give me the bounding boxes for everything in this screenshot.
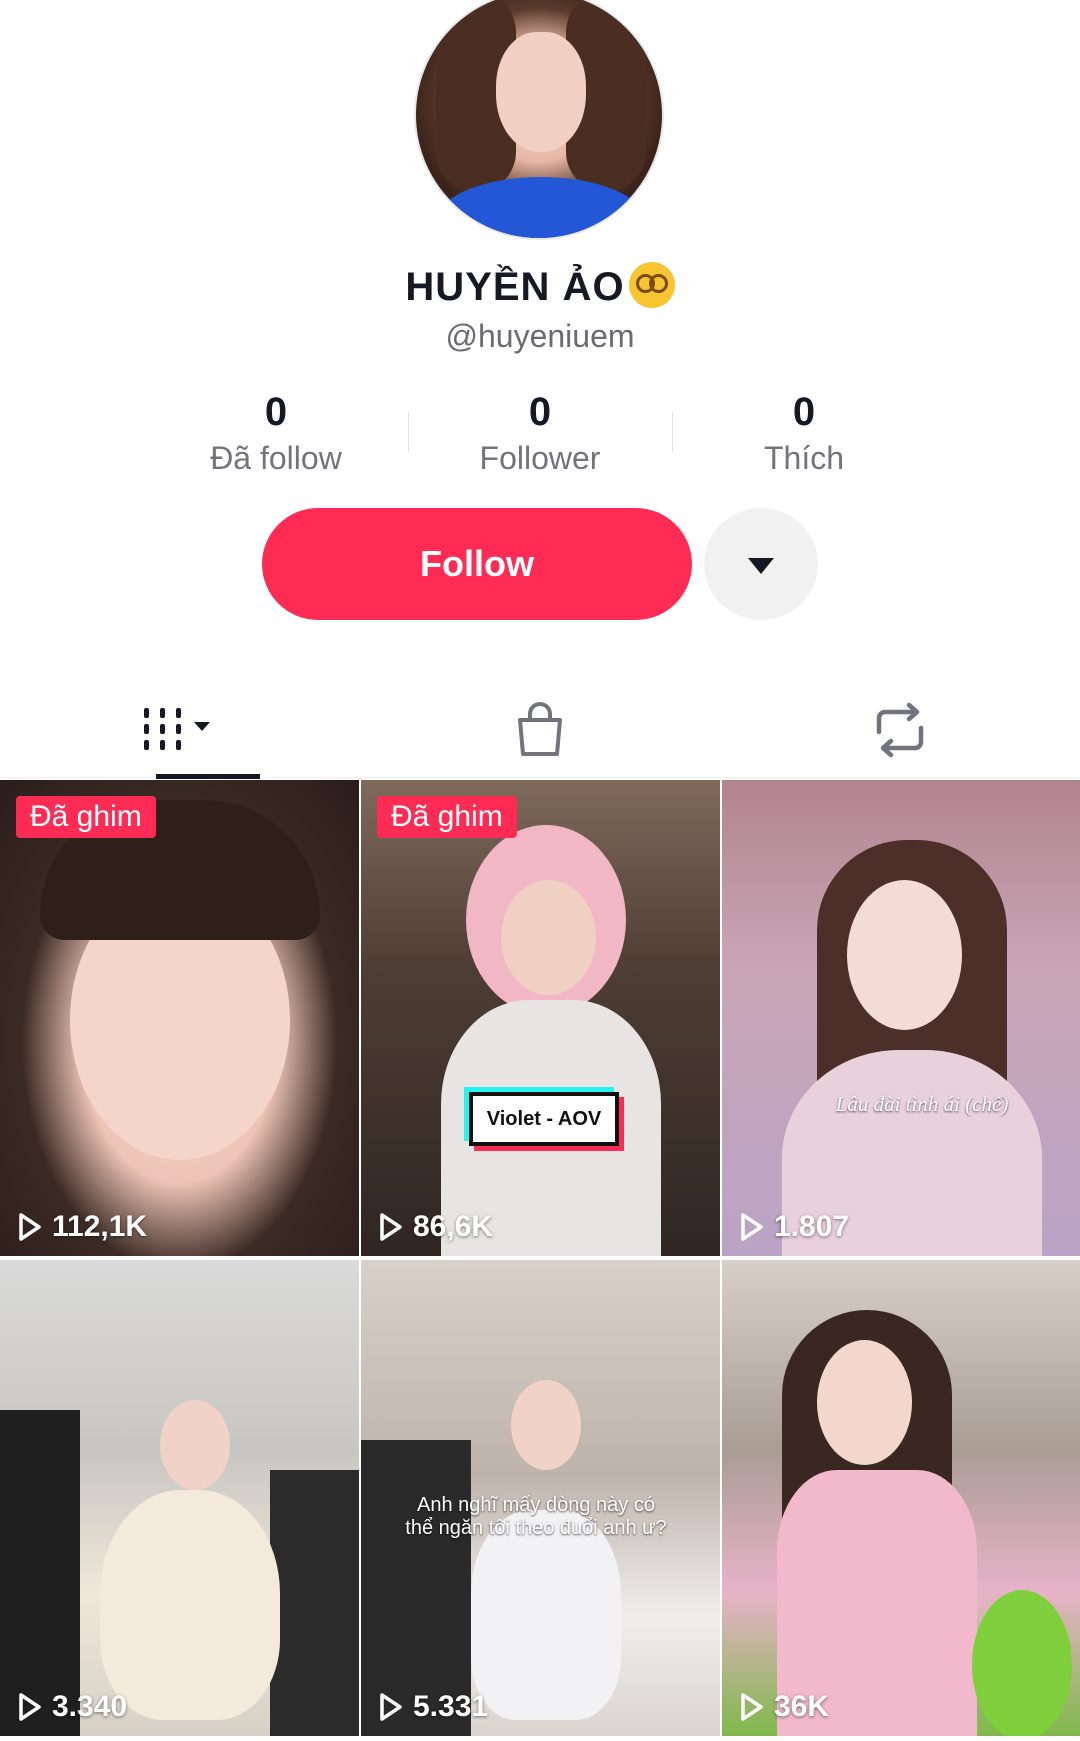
stat-label: Đã follow: [210, 440, 342, 476]
stat-value: 0: [264, 390, 288, 434]
stat-value: 0: [528, 390, 552, 434]
repost-icon: [876, 702, 924, 758]
pinned-badge: Đã ghim: [377, 796, 517, 838]
video-thumbnail[interactable]: Anh nghĩ mấy dòng này có thể ngăn tôi th…: [361, 1260, 720, 1736]
video-thumbnail[interactable]: Đã ghim 112,1K: [0, 780, 359, 1256]
play-icon: [380, 1213, 402, 1241]
thumbnail-background: [0, 1410, 80, 1736]
play-icon: [19, 1693, 41, 1721]
stat-label: Follower: [479, 440, 601, 476]
thumbnail-face: [160, 1400, 230, 1490]
thumbnail-caption: Violet - AOV: [469, 1092, 619, 1146]
view-count-value: 1.807: [774, 1210, 850, 1243]
profile-tabs: [0, 690, 1080, 779]
tab-shop[interactable]: [360, 690, 720, 778]
thumbnail-background: [270, 1470, 359, 1736]
view-count: 112,1K: [18, 1210, 147, 1244]
caret-down-icon: [748, 558, 774, 574]
view-count-value: 5.331: [413, 1690, 489, 1723]
video-thumbnail[interactable]: Đã ghim Violet - AOV 86,6K: [361, 780, 720, 1256]
shopping-bag-icon: [518, 702, 562, 756]
pinned-badge: Đã ghim: [16, 796, 156, 838]
play-icon: [19, 1213, 41, 1241]
view-count-value: 36K: [774, 1690, 830, 1723]
video-thumbnail[interactable]: 36K: [722, 1260, 1080, 1736]
thumbnail-sticker: [972, 1590, 1072, 1736]
view-count-value: 86,6K: [413, 1210, 494, 1243]
thumbnail-face: [847, 880, 962, 1030]
thumbnail-face: [511, 1380, 581, 1470]
suggested-accounts-button[interactable]: [704, 508, 818, 620]
display-name: HUYỀN ẢO: [405, 265, 625, 309]
play-icon: [741, 1693, 763, 1721]
profile-avatar[interactable]: [414, 0, 664, 240]
thumbnail-caption: Lâu đài tình ái (chế): [835, 1092, 1009, 1116]
thumbnail-caption: Anh nghĩ mấy dòng này có thể ngăn tôi th…: [405, 1494, 667, 1539]
play-icon: [741, 1213, 763, 1241]
dizzy-face-emoji-icon: [628, 262, 675, 308]
view-count: 1.807: [740, 1210, 849, 1244]
view-count: 86,6K: [379, 1210, 493, 1244]
grid-videos-icon: [144, 708, 210, 750]
active-tab-indicator: [156, 774, 260, 779]
thumbnail-outfit: [100, 1490, 280, 1720]
follow-button[interactable]: Follow: [262, 508, 692, 620]
play-icon: [380, 1693, 402, 1721]
view-count-value: 3.340: [52, 1690, 128, 1723]
avatar-face: [496, 32, 586, 152]
thumbnail-face: [817, 1340, 912, 1465]
stat-value: 0: [792, 390, 816, 434]
video-thumbnail[interactable]: 3.340: [0, 1260, 359, 1736]
profile-stats: 0 Đã follow 0 Follower 0 Thích: [144, 388, 936, 488]
view-count: 3.340: [18, 1690, 127, 1724]
stat-following[interactable]: 0 Đã follow: [144, 388, 408, 488]
tab-videos[interactable]: [0, 690, 360, 779]
video-grid: Đã ghim 112,1K Đã ghim Violet - AOV 86,6…: [0, 780, 1080, 1736]
thumbnail-outfit: [471, 1510, 621, 1720]
view-count: 36K: [740, 1690, 829, 1724]
profile-name-row: HUYỀN ẢO: [0, 262, 1080, 310]
tab-reposts[interactable]: [720, 690, 1080, 778]
thumbnail-face: [501, 880, 596, 995]
view-count: 5.331: [379, 1690, 488, 1724]
stat-followers[interactable]: 0 Follower: [408, 388, 672, 488]
video-thumbnail[interactable]: Lâu đài tình ái (chế) 1.807: [722, 780, 1080, 1256]
stat-likes[interactable]: 0 Thích: [672, 388, 936, 488]
username-handle: @huyeniuem: [445, 318, 635, 354]
view-count-value: 112,1K: [52, 1210, 148, 1243]
stat-label: Thích: [763, 440, 845, 476]
